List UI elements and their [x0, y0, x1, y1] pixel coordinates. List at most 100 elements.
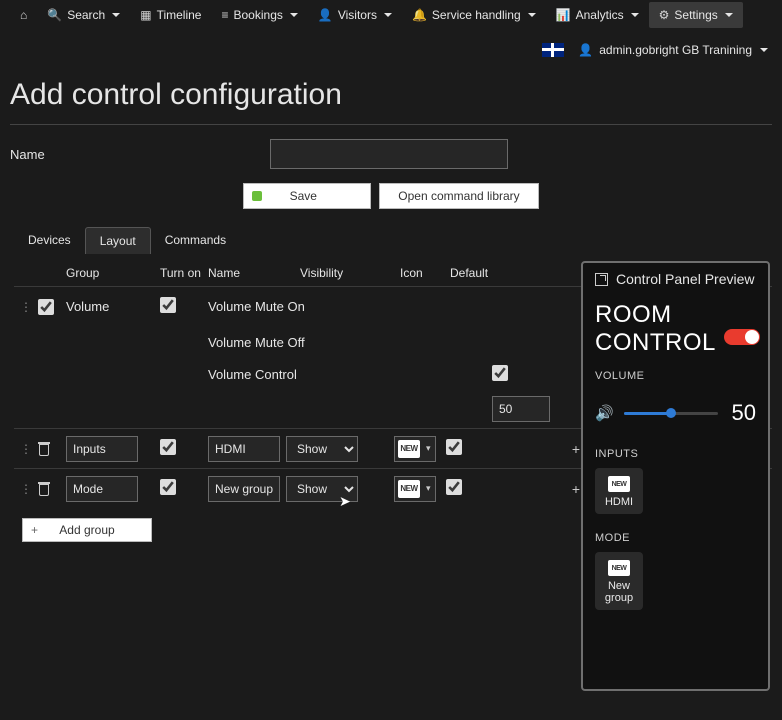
col-turn-on: Turn on — [160, 266, 208, 280]
nav-visitors[interactable]: 👤 Visitors — [308, 2, 402, 28]
name-row: Name — [0, 135, 782, 173]
save-button-label: Save — [290, 189, 317, 203]
chevron-down-icon — [725, 13, 733, 17]
user-menu[interactable]: 👤 admin.gobright GB Tranining — [578, 43, 768, 57]
nav-search[interactable]: 🔍 Search — [37, 2, 130, 28]
chevron-down-icon: ▾ — [422, 483, 435, 494]
row-checkbox[interactable] — [38, 299, 54, 315]
turn-on-checkbox[interactable] — [160, 297, 176, 313]
gear-icon: ⚙ — [659, 8, 670, 22]
mode-tile-new[interactable]: NEW New group — [595, 552, 643, 610]
turn-on-checkbox[interactable] — [160, 479, 176, 495]
slider-thumb[interactable] — [666, 408, 676, 418]
trash-icon[interactable] — [38, 482, 50, 496]
person-icon: 👤 — [318, 8, 333, 22]
expand-icon[interactable] — [595, 273, 608, 286]
nav-settings[interactable]: ⚙ Settings — [649, 2, 743, 28]
preview-inputs-label: INPUTS — [595, 448, 756, 460]
volume-slider[interactable] — [624, 412, 718, 415]
default-checkbox[interactable] — [492, 365, 508, 381]
chevron-down-icon: ▾ — [422, 443, 435, 454]
nav-home[interactable]: ⌂ — [10, 2, 37, 28]
new-icon: NEW — [398, 480, 420, 498]
list-icon: ≡ — [221, 8, 228, 22]
divider — [10, 124, 772, 125]
item-name: Volume Mute Off — [208, 335, 394, 350]
icon-picker[interactable]: NEW▾ — [394, 476, 436, 502]
open-command-library-button[interactable]: Open command library — [379, 183, 538, 209]
drag-handle[interactable]: ⋮ — [14, 299, 66, 315]
new-icon: NEW — [398, 440, 420, 458]
nav-service-label: Service handling — [432, 8, 521, 22]
add-group-button[interactable]: Add group — [22, 518, 152, 542]
bell-icon: 🔔 — [412, 8, 427, 22]
visibility-select[interactable]: Show — [286, 436, 358, 462]
tile-label: HDMI — [605, 496, 633, 508]
nav-search-label: Search — [67, 8, 105, 22]
col-default: Default — [450, 266, 520, 280]
user-name: admin.gobright GB Tranining — [599, 43, 752, 57]
group-name-input[interactable] — [66, 436, 138, 462]
speaker-icon[interactable]: 🔊 — [595, 404, 614, 422]
tab-devices[interactable]: Devices — [14, 227, 85, 254]
item-name-input[interactable] — [208, 476, 280, 502]
nav-visitors-label: Visitors — [338, 8, 377, 22]
col-group: Group — [66, 266, 160, 280]
visibility-select[interactable]: Show — [286, 476, 358, 502]
item-name: Volume Control — [208, 367, 394, 382]
name-input[interactable] — [270, 139, 508, 169]
nav-analytics-label: Analytics — [576, 8, 624, 22]
col-icon: Icon — [400, 266, 450, 280]
control-panel-preview: Control Panel Preview ROOM CONTROL VOLUM… — [581, 261, 770, 691]
volume-row: 🔊 50 — [595, 400, 756, 426]
default-value-input[interactable] — [492, 396, 550, 422]
flag-uk-icon[interactable] — [542, 43, 564, 57]
user-bar: 👤 admin.gobright GB Tranining — [0, 30, 782, 64]
user-icon: 👤 — [578, 43, 593, 57]
nav-timeline[interactable]: ▦ Timeline — [130, 2, 211, 28]
default-checkbox[interactable] — [446, 439, 462, 455]
tab-layout[interactable]: Layout — [85, 227, 151, 254]
col-name: Name — [208, 266, 300, 280]
calendar-icon: ▦ — [140, 8, 151, 22]
name-label: Name — [10, 147, 270, 162]
item-name: Volume Mute On — [208, 299, 394, 314]
group-name: Volume — [66, 299, 160, 314]
search-icon: 🔍 — [47, 8, 62, 22]
chevron-down-icon — [528, 13, 536, 17]
col-visibility: Visibility — [300, 266, 400, 280]
preview-title: Control Panel Preview — [616, 271, 755, 287]
tab-commands[interactable]: Commands — [151, 227, 240, 254]
default-checkbox[interactable] — [446, 479, 462, 495]
drag-handle[interactable]: ⋮ — [14, 482, 66, 496]
save-button[interactable]: Save — [243, 183, 371, 209]
power-toggle[interactable] — [724, 329, 760, 345]
nav-bookings[interactable]: ≡ Bookings — [211, 2, 307, 28]
preview-title-row: Control Panel Preview — [595, 271, 756, 287]
nav-timeline-label: Timeline — [157, 8, 202, 22]
drag-handle[interactable]: ⋮ — [14, 442, 66, 456]
item-name-input[interactable] — [208, 436, 280, 462]
chevron-down-icon — [760, 48, 768, 52]
chart-icon: 📊 — [556, 8, 571, 22]
nav-settings-label: Settings — [674, 8, 717, 22]
page-title: Add control configuration — [0, 64, 782, 120]
nav-service[interactable]: 🔔 Service handling — [402, 2, 546, 28]
nav-bookings-label: Bookings — [234, 8, 283, 22]
add-group-label: Add group — [59, 523, 114, 537]
chevron-down-icon — [631, 13, 639, 17]
nav-analytics[interactable]: 📊 Analytics — [546, 2, 649, 28]
tile-label: New group — [595, 580, 643, 604]
chevron-down-icon — [112, 13, 120, 17]
inputs-tile-hdmi[interactable]: NEW HDMI — [595, 468, 643, 514]
chevron-down-icon — [384, 13, 392, 17]
group-name-input[interactable] — [66, 476, 138, 502]
trash-icon[interactable] — [38, 442, 50, 456]
volume-value: 50 — [728, 400, 756, 426]
icon-picker[interactable]: NEW▾ — [394, 436, 436, 462]
tabs: Devices Layout Commands — [0, 227, 782, 254]
new-icon: NEW — [608, 560, 630, 576]
turn-on-checkbox[interactable] — [160, 439, 176, 455]
top-nav: ⌂ 🔍Search ▦Timeline ≡Bookings 👤Visitors … — [0, 0, 782, 30]
open-library-label: Open command library — [398, 189, 519, 203]
